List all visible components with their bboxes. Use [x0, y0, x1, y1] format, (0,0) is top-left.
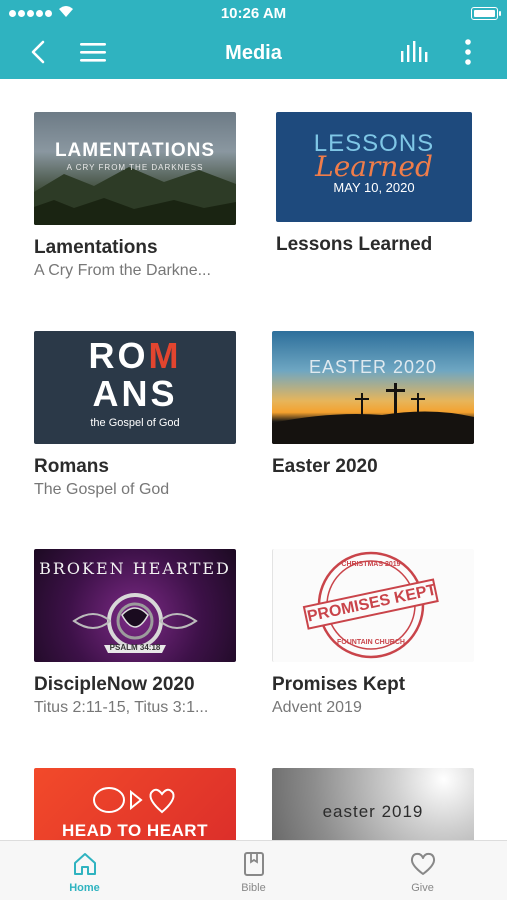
tab-label: Bible — [241, 882, 266, 894]
thumb-title-top: ROM — [34, 337, 236, 375]
media-card-disciplenow-2020[interactable]: BROKEN HEARTED PSALM 34:18 DiscipleNow 2… — [34, 549, 238, 717]
thumb-subtitle: the Gospel of God — [90, 417, 180, 429]
stamp-top-text: CHRISTMAS 2019 — [341, 561, 401, 568]
media-thumbnail: HEAD TO HEART — [34, 768, 236, 840]
media-grid: LAMENTATIONS A CRY FROM THE DARKNESS Lam… — [0, 79, 507, 840]
tab-give[interactable]: Give — [338, 841, 507, 900]
audio-bars-icon — [401, 41, 428, 62]
media-card-lamentations[interactable]: LAMENTATIONS A CRY FROM THE DARKNESS Lam… — [34, 112, 238, 280]
book-icon — [243, 852, 264, 876]
thumb-title: HEAD TO HEART — [62, 821, 208, 840]
media-card-easter-2019[interactable]: easter 2019 — [272, 768, 476, 840]
thumb-subtitle: A CRY FROM THE DARKNESS — [66, 163, 204, 172]
media-thumbnail: ROM ANS the Gospel of God — [34, 331, 236, 444]
media-subtitle: A Cry From the Darkne... — [34, 262, 211, 279]
status-time: 10:26 AM — [220, 5, 287, 22]
media-card-easter-2020[interactable]: EASTER 2020 Easter 2020 — [272, 331, 476, 481]
audio-button[interactable] — [398, 36, 430, 68]
media-title: Easter 2020 — [272, 456, 378, 477]
crosses-art — [272, 383, 474, 444]
tab-bar: Home Bible Give — [0, 840, 507, 900]
home-icon — [73, 853, 96, 875]
media-subtitle: Titus 2:11-15, Titus 3:1... — [34, 699, 209, 716]
thumb-title-bottom: ANS — [92, 373, 178, 414]
media-thumbnail: easter 2019 — [272, 768, 474, 840]
media-title: Romans — [34, 456, 109, 477]
app-header: 10:26 AM Media — [0, 0, 507, 79]
media-card-romans[interactable]: ROM ANS the Gospel of God Romans The Gos… — [34, 331, 238, 499]
thumb-title: easter 2019 — [322, 802, 424, 821]
media-subtitle: The Gospel of God — [34, 481, 170, 498]
more-vertical-icon — [465, 39, 471, 65]
thumb-banner: PSALM 34:18 — [109, 643, 161, 652]
tab-label: Give — [411, 882, 434, 894]
media-title: DiscipleNow 2020 — [34, 674, 195, 695]
media-thumbnail: LAMENTATIONS A CRY FROM THE DARKNESS — [34, 112, 236, 225]
more-button[interactable] — [456, 36, 480, 68]
tab-home[interactable]: Home — [0, 841, 169, 900]
media-card-lessons-learned[interactable]: LESSONS Learned MAY 10, 2020 Lessons Lea… — [276, 112, 480, 259]
stamp-bottom-text: FOUNTAIN CHURCH — [337, 639, 405, 646]
thumb-title: LAMENTATIONS — [54, 140, 216, 161]
thumb-date: MAY 10, 2020 — [333, 180, 415, 195]
battery-icon — [471, 7, 501, 20]
tab-bible[interactable]: Bible — [169, 841, 338, 900]
media-title: Lessons Learned — [276, 234, 433, 255]
media-subtitle: Advent 2019 — [272, 699, 362, 716]
thumb-script: Learned — [315, 150, 433, 183]
media-thumbnail: EASTER 2020 — [272, 331, 474, 444]
status-bar: 10:26 AM — [0, 0, 507, 26]
media-thumbnail: LESSONS Learned MAY 10, 2020 — [276, 112, 472, 222]
media-card-head-to-heart[interactable]: HEAD TO HEART — [34, 768, 238, 840]
page-title: Media — [225, 42, 282, 64]
media-thumbnail: BROKEN HEARTED PSALM 34:18 — [34, 549, 236, 662]
media-title: Lamentations — [34, 237, 158, 258]
media-title: Promises Kept — [272, 674, 406, 695]
heart-icon — [410, 852, 435, 875]
thumb-title-part: RO — [88, 335, 149, 376]
media-thumbnail: CHRISTMAS 2019 PROMISES KEPT FOUNTAIN CH… — [272, 549, 474, 662]
media-card-promises-kept[interactable]: CHRISTMAS 2019 PROMISES KEPT FOUNTAIN CH… — [272, 549, 476, 717]
tab-label: Home — [69, 882, 100, 894]
thumb-title-accent: M — [148, 335, 182, 376]
